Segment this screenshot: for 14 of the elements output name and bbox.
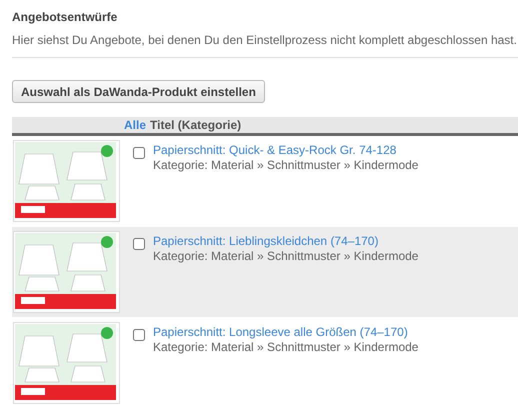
section-description: Hier siehst Du Angebote, bei denen Du den Einstellprozess nicht komplett abgeschlossen hast.: [12, 33, 518, 47]
select-all-link[interactable]: Alle: [124, 118, 146, 132]
category-path: Kategorie: Material » Schnittmuster » Kindermode: [153, 158, 418, 172]
category-path: Kategorie: Material » Schnittmuster » Kindermode: [153, 249, 418, 263]
publish-selection-button[interactable]: Auswahl als DaWanda-Produkt einstellen: [12, 80, 265, 103]
product-title-link[interactable]: Papierschnitt: Quick- & Easy-Rock Gr. 74-128: [153, 143, 418, 157]
column-header: Titel (Kategorie): [150, 118, 242, 132]
product-title-link[interactable]: Papierschnitt: Lieblingskleidchen (74–170): [153, 234, 418, 248]
category-path: Kategorie: Material » Schnittmuster » Kindermode: [153, 340, 418, 354]
product-title-link[interactable]: Papierschnitt: Longsleeve alle Größen (74–170): [153, 325, 418, 339]
row-checkbox[interactable]: [133, 238, 145, 250]
row-checkbox[interactable]: [133, 329, 145, 341]
row-checkbox[interactable]: [133, 147, 145, 159]
section-heading: Angebotsentwürfe: [12, 10, 118, 24]
